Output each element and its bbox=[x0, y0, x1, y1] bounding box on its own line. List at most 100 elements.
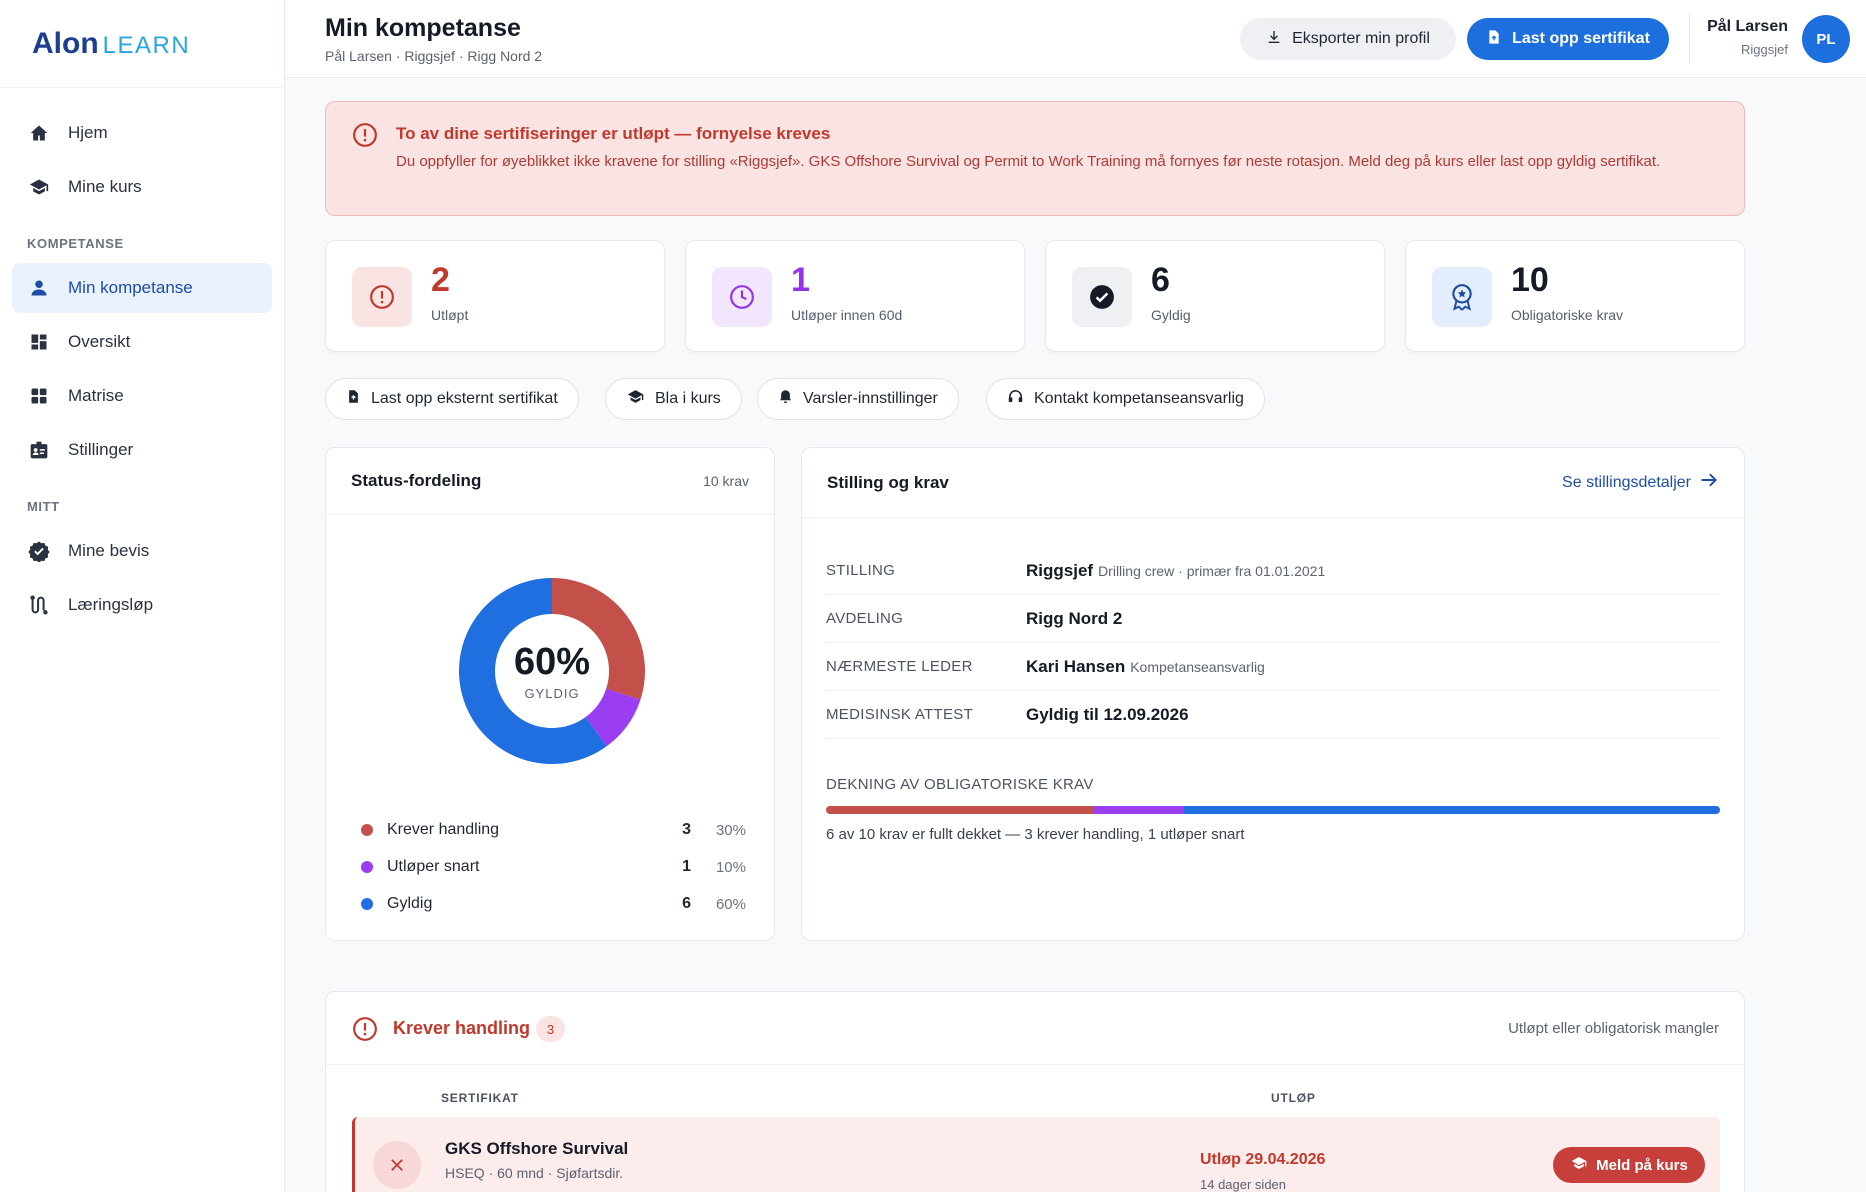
position-details-link[interactable]: Se stillingsdetaljer bbox=[1562, 470, 1719, 495]
legend-count: 3 bbox=[682, 821, 691, 838]
headset-icon bbox=[1007, 388, 1024, 410]
notification-settings-button[interactable]: Varsler-innstillinger bbox=[757, 378, 959, 420]
sidebar-item-hjem[interactable]: Hjem bbox=[12, 108, 272, 158]
avatar[interactable]: PL bbox=[1802, 15, 1850, 63]
legend-dot bbox=[361, 824, 373, 836]
legend-dot bbox=[361, 861, 373, 873]
upload-certificate-button[interactable]: Last opp sertifikat bbox=[1467, 18, 1669, 60]
section-heading-mitt: MITT bbox=[27, 499, 60, 514]
enroll-course-label: Meld på kurs bbox=[1596, 1156, 1688, 1174]
bell-icon bbox=[778, 388, 793, 410]
user-name: Pål Larsen bbox=[1707, 18, 1788, 35]
graduation-cap-icon bbox=[626, 388, 645, 410]
top-header: Min kompetanse Pål Larsen · Riggsjef · R… bbox=[285, 0, 1866, 78]
expired-alert-banner: To av dine sertifiseringer er utløpt — f… bbox=[325, 101, 1745, 216]
file-upload-icon bbox=[1486, 28, 1502, 51]
user-role: Riggsjef bbox=[1741, 42, 1788, 57]
info-row-avdeling: AVDELING Rigg Nord 2 bbox=[826, 595, 1720, 643]
legend-label: Utløper snart bbox=[387, 858, 480, 875]
check-circle-icon bbox=[1072, 267, 1132, 327]
sidebar-item-label: Mine kurs bbox=[68, 177, 142, 196]
quick-action-label: Bla i kurs bbox=[655, 390, 721, 407]
quick-action-label: Kontakt kompetanseansvarlig bbox=[1034, 390, 1244, 407]
sidebar-item-label: Mine bevis bbox=[68, 541, 150, 560]
award-icon bbox=[1432, 267, 1492, 327]
legend-count: 6 bbox=[682, 895, 691, 912]
stat-card-valid[interactable]: 6 Gyldig bbox=[1045, 240, 1385, 352]
sidebar-item-label: Hjem bbox=[68, 123, 108, 142]
stat-value: 1 bbox=[791, 261, 810, 299]
coverage-segment-2 bbox=[1183, 806, 1720, 814]
page-subtitle: Pål Larsen · Riggsjef · Rigg Nord 2 bbox=[325, 48, 543, 64]
coverage-bar bbox=[826, 806, 1720, 814]
info-key: STILLING bbox=[826, 562, 896, 579]
id-badge-icon bbox=[28, 439, 50, 461]
file-upload-icon bbox=[346, 388, 361, 410]
stat-card-expired[interactable]: 2 Utløpt bbox=[325, 240, 665, 352]
stat-card-expiring[interactable]: 1 Utløper innen 60d bbox=[685, 240, 1025, 352]
legend-percent: 10% bbox=[715, 858, 746, 876]
info-row-medisinsk: MEDISINSK ATTEST Gyldig til 12.09.2026 bbox=[826, 691, 1720, 739]
logo-subtext: LEARN bbox=[102, 31, 191, 59]
header-divider bbox=[1689, 14, 1690, 64]
stat-value: 6 bbox=[1151, 261, 1170, 299]
logo[interactable]: Alon LEARN bbox=[0, 0, 284, 88]
sidebar-item-mine-bevis[interactable]: Mine bevis bbox=[12, 526, 272, 576]
alert-title: To av dine sertifiseringer er utløpt — f… bbox=[396, 124, 831, 143]
certificate-details: HSEQ · 60 mnd · Sjøfartsdir. bbox=[445, 1165, 624, 1181]
legend-item-krever-handling: Krever handling 3 30% bbox=[361, 820, 746, 840]
stat-value: 10 bbox=[1511, 261, 1549, 299]
alert-text: Du oppfyller for øyeblikket ikke kravene… bbox=[396, 153, 1661, 170]
contact-manager-button[interactable]: Kontakt kompetanseansvarlig bbox=[986, 378, 1265, 420]
export-profile-label: Eksporter min profil bbox=[1292, 30, 1430, 47]
panel-header: Krever handling 3 Utløpt eller obligator… bbox=[326, 992, 1744, 1065]
table-row[interactable]: GKS Offshore Survival HSEQ · 60 mnd · Sj… bbox=[352, 1117, 1720, 1192]
stat-card-mandatory[interactable]: 10 Obligatoriske krav bbox=[1405, 240, 1745, 352]
sidebar-item-matrise[interactable]: Matrise bbox=[12, 371, 272, 421]
download-icon bbox=[1266, 29, 1282, 50]
info-value: Gyldig til 12.09.2026 bbox=[1026, 704, 1189, 724]
info-row-leder: NÆRMESTE LEDER Kari Hansen Kompetanseans… bbox=[826, 643, 1720, 691]
count-badge: 3 bbox=[536, 1016, 565, 1042]
sidebar-item-laeringslop[interactable]: Læringsløp bbox=[12, 580, 272, 630]
sidebar-item-stillinger[interactable]: Stillinger bbox=[12, 425, 272, 475]
stat-label: Gyldig bbox=[1151, 307, 1191, 323]
legend-count: 1 bbox=[682, 858, 691, 875]
sidebar-item-min-kompetanse[interactable]: Min kompetanse bbox=[12, 263, 272, 313]
position-requirements-panel: Stilling og krav Se stillingsdetaljer ST… bbox=[801, 447, 1745, 941]
info-value: Rigg Nord 2 bbox=[1026, 608, 1123, 628]
legend-label: Krever handling bbox=[387, 821, 500, 838]
coverage-text: 6 av 10 krav er fullt dekket — 3 krever … bbox=[826, 826, 1245, 843]
upload-external-certificate-button[interactable]: Last opp eksternt sertifikat bbox=[325, 378, 579, 420]
info-key: AVDELING bbox=[826, 610, 904, 627]
sidebar-item-oversikt[interactable]: Oversikt bbox=[12, 317, 272, 367]
action-required-panel: Krever handling 3 Utløpt eller obligator… bbox=[325, 991, 1745, 1192]
stat-value: 2 bbox=[431, 261, 450, 299]
panel-meta: Utløpt eller obligatorisk mangler bbox=[1508, 1020, 1719, 1037]
panel-meta: 10 krav bbox=[703, 473, 749, 489]
alert-circle-icon bbox=[352, 267, 412, 327]
logo-text: Alon bbox=[32, 26, 99, 60]
legend-percent: 60% bbox=[715, 895, 746, 913]
sidebar: Alon LEARN Hjem Mine kurs KOMPETANSE Min… bbox=[0, 0, 285, 1192]
browse-courses-button[interactable]: Bla i kurs bbox=[605, 378, 742, 420]
certificate-name: GKS Offshore Survival bbox=[445, 1139, 629, 1158]
donut-center: 60% GYLDIG bbox=[457, 576, 647, 766]
sidebar-item-label: Stillinger bbox=[68, 440, 134, 459]
alert-circle-icon bbox=[352, 122, 378, 153]
quick-action-label: Last opp eksternt sertifikat bbox=[371, 390, 558, 407]
sidebar-item-mine-kurs[interactable]: Mine kurs bbox=[12, 162, 272, 212]
info-row-stilling: STILLING Riggsjef Drilling crew · primær… bbox=[826, 547, 1720, 595]
close-icon bbox=[373, 1141, 421, 1189]
arrow-right-icon bbox=[1699, 470, 1719, 495]
donut-label: GYLDIG bbox=[524, 686, 580, 701]
legend-item-gyldig: Gyldig 6 60% bbox=[361, 894, 746, 914]
enroll-course-button[interactable]: Meld på kurs bbox=[1553, 1147, 1705, 1183]
export-profile-button[interactable]: Eksporter min profil bbox=[1240, 18, 1456, 60]
panel-header: Status-fordeling 10 krav bbox=[326, 448, 774, 515]
sidebar-item-label: Læringsløp bbox=[68, 595, 154, 614]
page-title: Min kompetanse bbox=[325, 14, 521, 42]
route-icon bbox=[28, 594, 50, 616]
certificate-expiry: Utløp 29.04.2026 bbox=[1200, 1151, 1326, 1168]
graduation-cap-icon bbox=[1570, 1155, 1588, 1175]
